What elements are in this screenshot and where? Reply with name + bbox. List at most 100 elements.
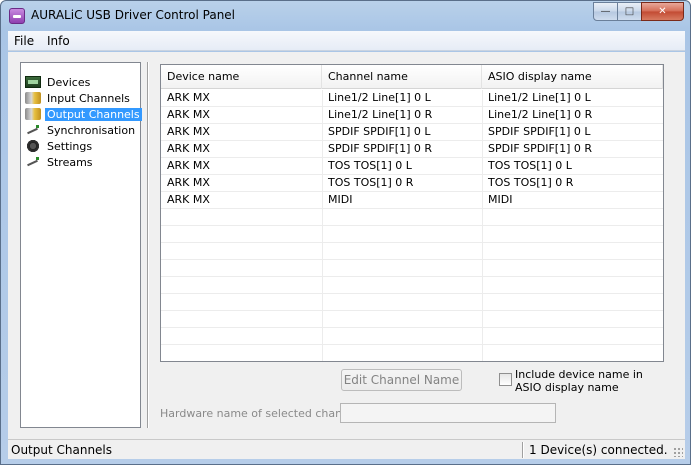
output-channels-icon [25, 108, 41, 120]
cell-channel-name: SPDIF SPDIF[1] 0 L [328, 125, 431, 138]
cell-asio-display-name: SPDIF SPDIF[1] 0 R [488, 142, 593, 155]
cell-device-name [161, 328, 322, 344]
cell-device-name [161, 294, 322, 310]
settings-icon [25, 140, 41, 152]
cell-device-name: ARK MX [167, 91, 210, 104]
navigation-tree: Devices Input Channels Output Channels S… [20, 62, 142, 428]
menu-file[interactable]: File [14, 34, 34, 48]
cell-channel-name [322, 277, 482, 293]
app-icon[interactable] [9, 8, 25, 24]
client-area: Devices Input Channels Output Channels S… [8, 52, 685, 439]
tree-item-label: Output Channels [45, 107, 142, 121]
column-header-channel-name[interactable]: Channel name [322, 65, 482, 89]
table-header: Device name Channel name ASIO display na… [161, 65, 663, 89]
cell-asio-display-name [482, 226, 663, 242]
cell-asio-display-name [482, 260, 663, 276]
hardware-name-label: Hardware name of selected channel: [160, 407, 363, 420]
cell-channel-name: Line1/2 Line[1] 0 L [328, 91, 431, 104]
table-row[interactable]: ARK MX SPDIF SPDIF[1] 0 R SPDIF SPDIF[1] 0… [161, 141, 663, 158]
column-header-device-name[interactable]: Device name [161, 65, 322, 89]
cell-device-name: ARK MX [167, 193, 210, 206]
cell-device-name [161, 311, 322, 327]
cell-channel-name [322, 243, 482, 259]
vertical-divider [147, 62, 149, 428]
window-controls: — □ ✕ [593, 2, 684, 21]
tree-item-devices[interactable]: Devices [25, 74, 92, 90]
cell-asio-display-name [482, 311, 663, 327]
tree-item-synchronisation[interactable]: Synchronisation [25, 122, 137, 138]
cell-device-name: ARK MX [167, 142, 210, 155]
cell-asio-display-name [482, 243, 663, 259]
tree-item-label: Synchronisation [47, 123, 136, 137]
cell-device-name [161, 260, 322, 276]
table-row[interactable]: ARK MX MIDI MIDI [161, 192, 663, 209]
cell-device-name: ARK MX [167, 159, 210, 172]
cell-channel-name [322, 260, 482, 276]
cell-channel-name [322, 345, 482, 361]
column-header-asio-display-name[interactable]: ASIO display name [482, 65, 663, 89]
synchronisation-icon [25, 124, 41, 136]
cell-asio-display-name: TOS TOS[1] 0 L [488, 159, 572, 172]
cell-channel-name: Line1/2 Line[1] 0 R [328, 108, 433, 121]
table-row[interactable] [161, 260, 663, 277]
cell-asio-display-name [482, 294, 663, 310]
cell-device-name: ARK MX [167, 125, 210, 138]
table-row[interactable]: ARK MX Line1/2 Line[1] 0 L Line1/2 Line[1]… [161, 90, 663, 107]
tree-item-input-channels[interactable]: Input Channels [25, 90, 132, 106]
table-row[interactable]: ARK MX Line1/2 Line[1] 0 R Line1/2 Line[1]… [161, 107, 663, 124]
app-window: AURALiC USB Driver Control Panel — □ ✕ F… [0, 0, 691, 465]
table-row[interactable] [161, 226, 663, 243]
table-row[interactable] [161, 311, 663, 328]
cell-device-name [161, 243, 322, 259]
status-bar: Output Channels 1 Device(s) connected. [8, 439, 685, 459]
cell-device-name [161, 226, 322, 242]
table-row[interactable]: ARK MX TOS TOS[1] 0 L TOS TOS[1] 0 L [161, 158, 663, 175]
cell-channel-name: SPDIF SPDIF[1] 0 R [328, 142, 433, 155]
table-row[interactable]: ARK MX TOS TOS[1] 0 R TOS TOS[1] 0 R [161, 175, 663, 192]
include-device-name-label: Include device name in ASIO display name [515, 368, 643, 394]
table-row[interactable] [161, 345, 663, 361]
tree-item-label: Devices [47, 75, 91, 89]
table-row[interactable] [161, 294, 663, 311]
cell-asio-display-name [482, 277, 663, 293]
cell-device-name [161, 209, 322, 225]
table-row[interactable] [161, 277, 663, 294]
edit-channel-name-button[interactable]: Edit Channel Name [341, 369, 462, 391]
cell-device-name [161, 345, 322, 361]
tree-item-output-channels[interactable]: Output Channels [25, 106, 142, 122]
window-title: AURALiC USB Driver Control Panel [31, 8, 236, 22]
menu-info[interactable]: Info [47, 34, 70, 48]
table-row[interactable] [161, 328, 663, 345]
hardware-name-field [340, 403, 556, 423]
resize-grip-icon[interactable] [673, 447, 683, 457]
cell-device-name: ARK MX [167, 108, 210, 121]
cell-channel-name [322, 294, 482, 310]
minimize-button[interactable]: — [593, 2, 618, 21]
close-button[interactable]: ✕ [641, 2, 684, 21]
cell-asio-display-name: SPDIF SPDIF[1] 0 L [488, 125, 591, 138]
tree-item-label: Settings [47, 139, 93, 153]
cell-channel-name [322, 209, 482, 225]
table-row[interactable] [161, 243, 663, 260]
cell-channel-name [322, 328, 482, 344]
table-row[interactable] [161, 209, 663, 226]
cell-asio-display-name: MIDI [488, 193, 513, 206]
cell-device-name: ARK MX [167, 176, 210, 189]
maximize-button[interactable]: □ [617, 2, 642, 21]
devices-icon [25, 76, 41, 88]
table-body: ARK MX Line1/2 Line[1] 0 L Line1/2 Line[1]… [161, 90, 663, 361]
cell-asio-display-name: Line1/2 Line[1] 0 L [488, 91, 591, 104]
tree-item-settings[interactable]: Settings [25, 138, 94, 154]
tree-item-label: Input Channels [47, 91, 130, 105]
cell-channel-name [322, 311, 482, 327]
tree-item-streams[interactable]: Streams [25, 154, 95, 170]
tree-item-label: Streams [47, 155, 93, 169]
include-device-name-checkbox[interactable] [499, 373, 512, 386]
cell-channel-name: TOS TOS[1] 0 L [328, 159, 412, 172]
channels-table[interactable]: Device name Channel name ASIO display na… [160, 64, 664, 362]
title-bar[interactable]: AURALiC USB Driver Control Panel — □ ✕ [1, 1, 690, 31]
cell-asio-display-name [482, 328, 663, 344]
table-row[interactable]: ARK MX SPDIF SPDIF[1] 0 L SPDIF SPDIF[1] 0… [161, 124, 663, 141]
status-current-section: Output Channels [11, 443, 113, 457]
streams-icon [25, 156, 41, 168]
